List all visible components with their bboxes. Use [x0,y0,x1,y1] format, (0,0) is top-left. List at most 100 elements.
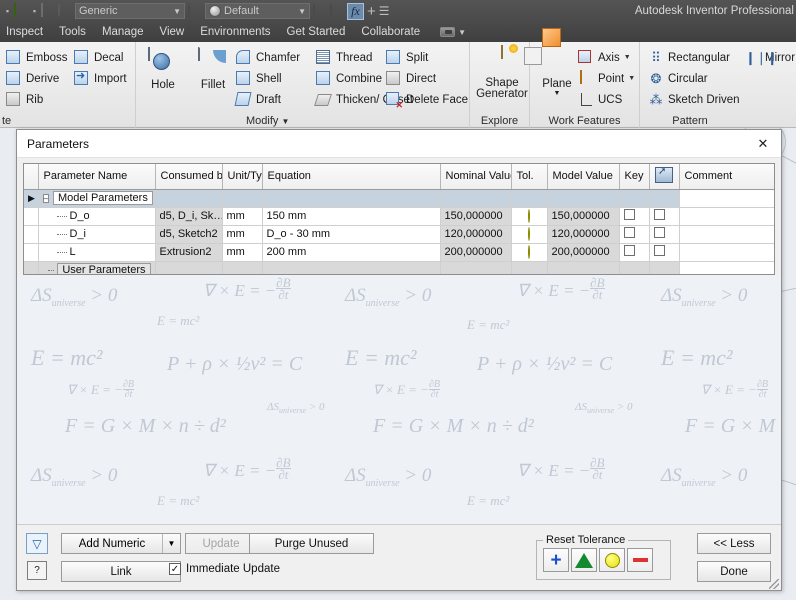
material-combo[interactable]: Generic ▼ [75,3,185,19]
cell-equation[interactable]: 200 mm [262,243,441,262]
cell-parameter-name[interactable]: D_i [38,225,156,244]
cmd-decal[interactable]: Decal [74,47,127,68]
col-equation[interactable]: Equation [262,164,441,190]
table-row[interactable]: D_i d5, Sketch2 mm D_o - 30 mm 120,00000… [24,225,774,244]
export-checkbox[interactable] [653,245,665,256]
key-checkbox[interactable] [623,245,635,256]
tab-get-started[interactable]: Get Started [279,22,354,42]
export-checkbox[interactable] [653,227,665,238]
cell-tol[interactable] [511,243,548,262]
cell-equation[interactable]: 150 mm [262,207,441,226]
cmd-hole[interactable]: Hole [142,47,184,91]
panel-title-modify[interactable]: Modify ▼ [246,115,289,127]
more-icon[interactable]: ☰ [379,5,390,17]
cmd-ucs[interactable]: UCS [578,89,635,110]
resize-grip[interactable] [769,579,779,589]
cell-unit[interactable]: mm [222,225,263,244]
appearance-icon[interactable] [313,3,327,18]
collapse-toggle-icon[interactable]: – [42,193,49,203]
cmd-circular[interactable]: ❂ Circular [648,68,740,89]
cell-parameter-name[interactable]: D_o [38,207,156,226]
cell-comment[interactable] [679,225,774,244]
dialog-title-bar[interactable]: Parameters ✕ [17,130,781,158]
col-unit-type[interactable]: Unit/Type [222,164,263,190]
tab-view[interactable]: View [152,22,193,42]
cmd-emboss[interactable]: Emboss [6,47,68,68]
cmd-fillet[interactable]: Fillet [192,47,234,91]
cell-key[interactable] [619,207,650,226]
cmd-rib[interactable]: Rib [6,89,68,110]
tab-environments[interactable]: Environments [192,22,278,42]
cell-export[interactable] [649,207,680,226]
table-row[interactable]: L Extrusion2 mm 200 mm 200,000000 200,00… [24,243,774,262]
update-button[interactable]: Update [185,533,257,554]
table-group-row-user[interactable]: User Parameters [24,261,774,274]
cell-tol[interactable] [511,207,548,226]
key-checkbox[interactable] [623,209,635,220]
cell-export[interactable] [649,225,680,244]
col-key[interactable]: Key [619,164,650,190]
cmd-mirror[interactable]: ❙❘❙ Mirror [745,47,795,68]
cell-key[interactable] [619,243,650,262]
cmd-draft[interactable]: Draft [234,89,300,110]
cmd-shell[interactable]: Shell [236,68,300,89]
immediate-update-checkbox[interactable]: ✓ [169,563,181,575]
fx-icon[interactable]: fx [347,2,364,20]
cell-key[interactable] [619,225,650,244]
cube-icon[interactable] [14,3,28,18]
tolerance-circle-button[interactable] [599,548,625,572]
cell-export[interactable] [649,243,680,262]
color-wheel-icon[interactable] [188,3,202,18]
cell-tol[interactable] [511,225,548,244]
cell-comment[interactable] [679,243,774,262]
col-consumed-by[interactable]: Consumed by [155,164,223,190]
done-button[interactable]: Done [697,561,771,582]
close-icon[interactable]: ✕ [751,134,775,154]
cmd-plane[interactable]: Plane ▼ [524,28,578,97]
parameters-table-wrap[interactable]: Parameter Name Consumed by Unit/Type Equ… [23,163,775,275]
help-icon[interactable]: ? [27,561,47,580]
globe-icon[interactable] [58,3,72,18]
export-checkbox[interactable] [653,209,665,220]
cmd-delete-face[interactable]: Delete Face [386,89,468,111]
cell-parameter-name[interactable]: L [38,243,156,262]
component-icon[interactable] [41,3,55,18]
key-checkbox[interactable] [623,227,635,238]
tab-manage[interactable]: Manage [94,22,152,42]
col-model-value[interactable]: Model Value [547,164,620,190]
table-group-row-model[interactable]: ▶ – Model Parameters [24,189,774,208]
immediate-update-checkbox-row[interactable]: ✓ Immediate Update [169,563,280,575]
cmd-point[interactable]: Point ▼ [578,68,635,89]
col-tol[interactable]: Tol. [511,164,548,190]
link-button[interactable]: Link [61,561,181,582]
cell-unit[interactable]: mm [222,243,263,262]
cell-equation[interactable]: D_o - 30 mm [262,225,441,244]
purge-unused-button[interactable]: Purge Unused [249,533,374,554]
cmd-direct[interactable]: Direct [386,68,468,89]
add-numeric-split-button[interactable]: Add Numeric ▼ [61,533,181,554]
chevron-down-icon[interactable]: ▼ [162,534,180,553]
cmd-import[interactable]: Import [74,68,127,89]
less-button[interactable]: << Less [697,533,771,554]
tolerance-triangle-button[interactable] [571,548,597,572]
col-comment[interactable]: Comment [679,164,774,190]
cmd-sketch-driven[interactable]: ⁂ Sketch Driven [648,89,740,110]
tab-collaborate[interactable]: Collaborate [353,22,428,42]
ribbon-display-toggle[interactable]: ▼ [440,27,466,37]
col-parameter-name[interactable]: Parameter Name [38,164,156,190]
adjust-icon[interactable] [330,3,344,18]
appearance-combo[interactable]: Default ▼ [205,3,310,19]
cmd-split[interactable]: Split [386,47,468,68]
cmd-rectangular[interactable]: ⠿ Rectangular [648,47,740,68]
plus-icon[interactable]: + [367,4,376,19]
tolerance-minus-button[interactable] [627,548,653,572]
tab-tools[interactable]: Tools [51,22,94,42]
cmd-shape-generator[interactable]: Shape Generator [476,45,528,100]
filter-button[interactable]: ▽ [26,533,48,554]
tab-inspect[interactable]: Inspect [0,22,51,42]
tolerance-plus-button[interactable]: + [543,548,569,572]
cell-unit[interactable]: mm [222,207,263,226]
col-nominal-value[interactable]: Nominal Value [440,164,512,190]
cmd-chamfer[interactable]: Chamfer [236,47,300,68]
cell-comment[interactable] [679,207,774,226]
